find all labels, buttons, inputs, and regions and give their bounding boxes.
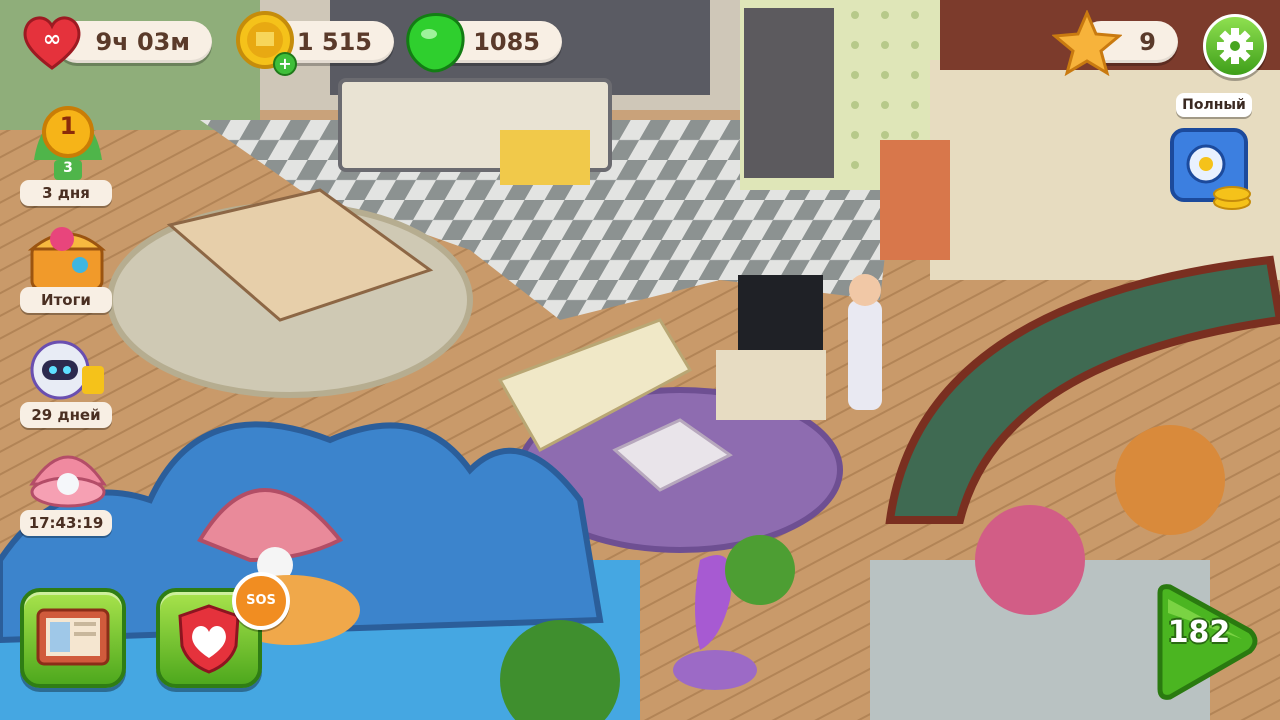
tv [738,275,823,363]
event-results-label: Итоги [20,287,112,313]
svg-text:∞: ∞ [43,27,61,52]
event-pearl-timer: 17:43:19 [20,510,112,536]
sos-badge[interactable]: SOS [232,572,290,630]
stars-value: 9 [1139,28,1156,56]
character-austin [848,300,882,410]
star-icon [1052,10,1122,76]
bush [725,535,795,605]
treasure-chest-icon [27,227,106,291]
sos-badge-icon: SOS [246,593,276,608]
design-book-icon [36,608,110,666]
flower-pot [975,505,1085,615]
statue-base [673,650,757,690]
safe-coins-icon [1170,128,1251,210]
flower-pot [1115,425,1225,535]
cat-tree [880,140,950,260]
coins-value: 1 515 [296,28,372,56]
tv-stand [716,350,826,420]
lives-value: 9ч 03м [95,28,190,56]
display-cabinet [744,8,834,178]
event-rank-timer: 3 дня [20,180,112,206]
play-button-level[interactable]: 182 [1164,615,1234,650]
settings-button[interactable] [1203,14,1267,78]
robot-astronaut-icon [30,340,104,400]
svg-text:+: + [278,54,291,73]
event-robot-timer: 29 дней [20,402,112,428]
coin-icon: + [236,11,297,76]
piggy-bank-button[interactable] [1160,120,1260,216]
event-rank-button[interactable]: 1 3 3 дня [18,100,118,212]
yellow-tablecloth [500,130,590,185]
piggy-bank-label: Полный [1176,93,1252,117]
rank-badge: 1 [59,112,77,140]
design-book-button[interactable] [20,588,126,688]
event-pearl-button[interactable]: 17:43:19 [18,440,118,540]
heart-infinity-icon: ∞ [23,16,81,70]
gems-value: 1085 [473,28,540,56]
pearl-shell-icon [29,455,107,508]
green-gem-icon [406,13,465,73]
event-robot-button[interactable]: 29 дней [18,338,118,430]
rank-position: 3 [63,160,73,176]
character-head [849,274,881,306]
event-results-button[interactable]: Итоги [18,225,118,315]
gear-icon [1217,28,1253,64]
